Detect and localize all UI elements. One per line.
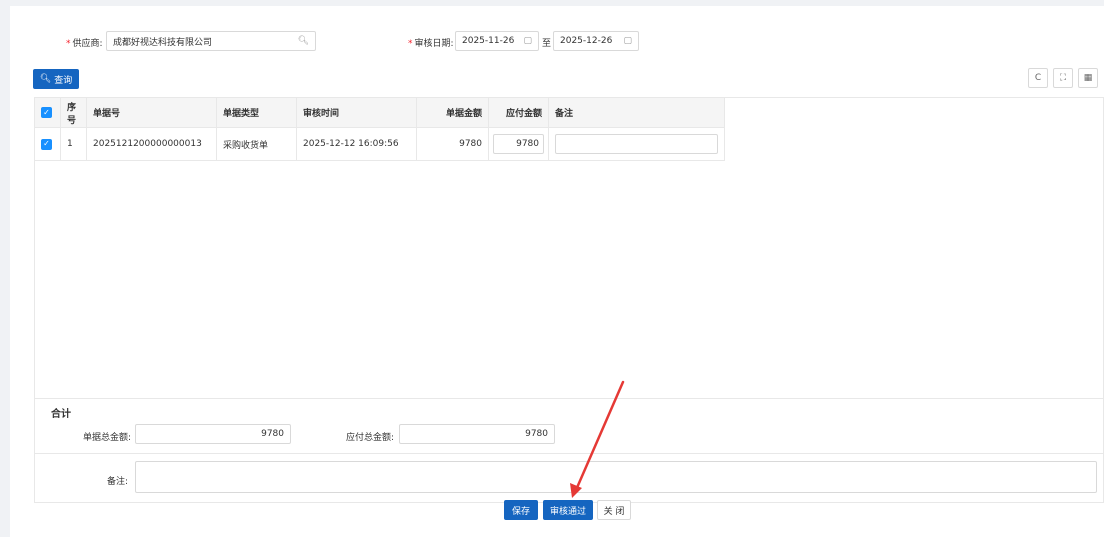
- annotation-arrow: [570, 380, 625, 498]
